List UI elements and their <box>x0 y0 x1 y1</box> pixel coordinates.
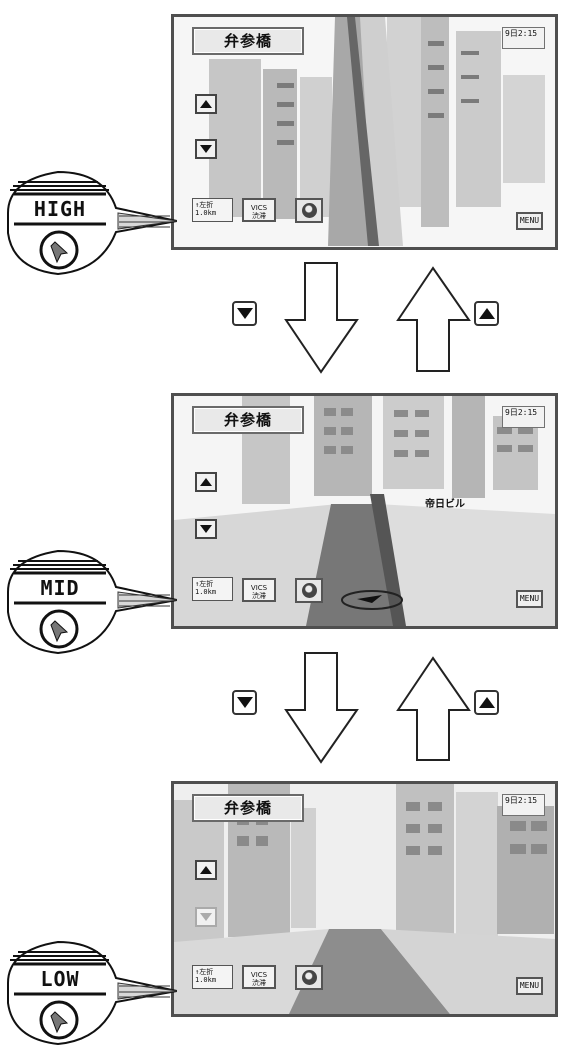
menu-button[interactable]: MENU <box>516 590 543 608</box>
magnifier-icon <box>7 940 177 1046</box>
landmark-label: 帝日ビル <box>425 499 465 510</box>
navigation-screen-mid: 弁参橋 9日2:15 帝日ビル ↑左折 1.0km VICS 渋滞 MENU <box>171 393 558 629</box>
magnifier-callout-high: HIGH <box>0 166 177 282</box>
scroll-up-button[interactable] <box>195 472 217 492</box>
chevron-up-icon <box>200 100 212 108</box>
chevron-down-icon <box>200 145 212 153</box>
time-readout: 9日2:15 <box>502 794 545 816</box>
triangle-up-icon <box>478 697 495 708</box>
navigation-screen-low: 弁参橋 9日2:15 ↑左折 1.0km VICS 渋滞 MENU <box>171 781 558 1017</box>
screen-title: 弁参橋 <box>192 406 304 434</box>
triangle-down-icon <box>236 697 253 708</box>
menu-button[interactable]: MENU <box>516 977 543 995</box>
magnifier-callout-low: LOW <box>0 936 177 1052</box>
view-down-button-bottom[interactable] <box>232 690 257 715</box>
chevron-down-icon <box>200 525 212 533</box>
time-readout: 9日2:15 <box>502 27 545 49</box>
magnifier-callout-mid: MID <box>0 545 177 661</box>
view-up-button-bottom[interactable] <box>474 690 499 715</box>
scroll-down-button[interactable] <box>195 139 217 159</box>
time-readout: 9日2:15 <box>502 406 545 428</box>
distance-readout: ↑左折 1.0km <box>192 577 233 601</box>
arrow-up-icon <box>396 656 471 761</box>
arrow-down-icon <box>284 652 359 764</box>
vics-button[interactable]: VICS 渋滞 <box>242 965 276 989</box>
scroll-down-button[interactable] <box>195 519 217 539</box>
route-shield-icon <box>295 965 323 990</box>
scroll-up-button[interactable] <box>195 94 217 114</box>
scroll-down-button[interactable] <box>195 907 217 927</box>
chevron-up-icon <box>200 866 212 874</box>
vics-button[interactable]: VICS 渋滞 <box>242 578 276 602</box>
angle-level-label: LOW <box>40 967 80 991</box>
arrow-down-icon <box>284 262 359 374</box>
angle-level-label: MID <box>40 576 80 600</box>
screen-title: 弁参橋 <box>192 794 304 822</box>
chevron-down-icon <box>200 913 212 921</box>
magnifier-icon <box>7 170 177 276</box>
menu-button[interactable]: MENU <box>516 212 543 230</box>
route-shield-icon <box>295 198 323 223</box>
arrow-up-icon <box>396 266 471 372</box>
chevron-up-icon <box>200 478 212 486</box>
angle-level-label: HIGH <box>33 197 87 221</box>
navigation-screen-high: 弁参橋 9日2:15 ↑左折 1.0km VICS 渋滞 MENU <box>171 14 558 250</box>
distance-readout: ↑左折 1.0km <box>192 965 233 989</box>
vics-button[interactable]: VICS 渋滞 <box>242 198 276 222</box>
distance-readout: ↑左折 1.0km <box>192 198 233 222</box>
route-shield-icon <box>295 578 323 603</box>
magnifier-icon <box>7 549 177 655</box>
scroll-up-button[interactable] <box>195 860 217 880</box>
screen-title: 弁参橋 <box>192 27 304 55</box>
